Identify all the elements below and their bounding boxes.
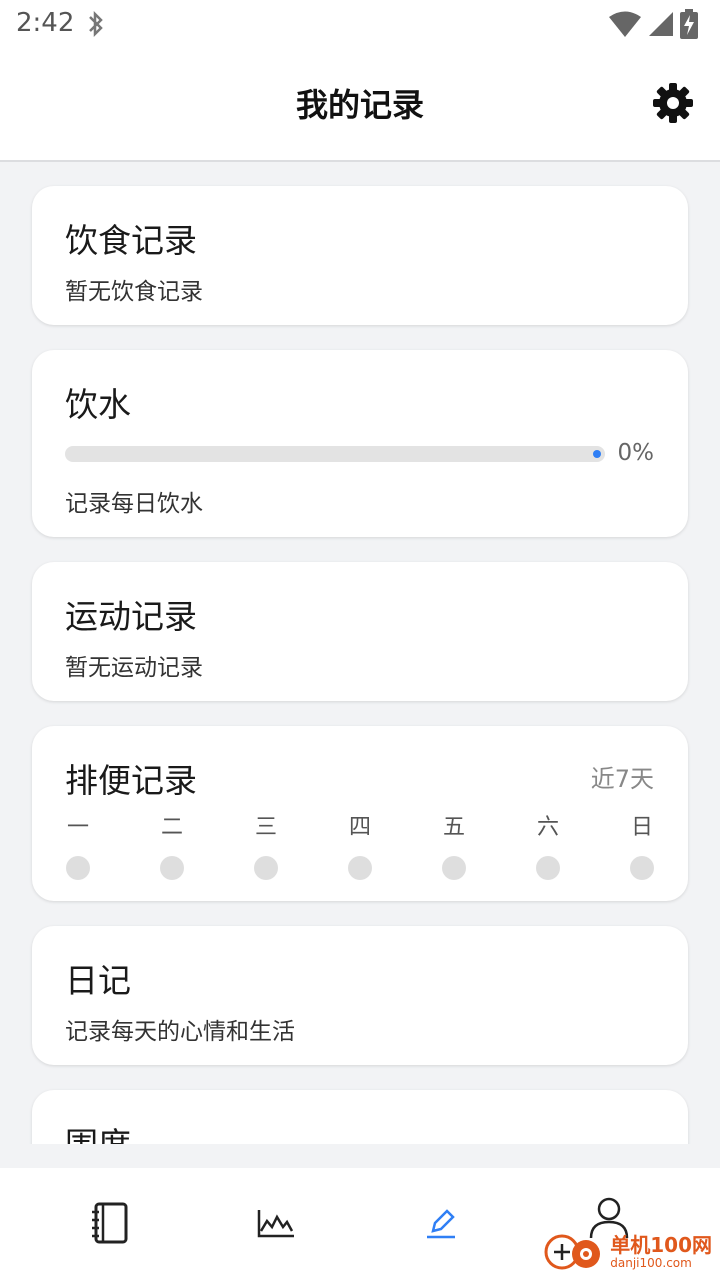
exercise-record-card[interactable]: 运动记录 暂无运动记录: [32, 562, 688, 701]
watermark-logo-icon: [542, 1228, 606, 1276]
day-status-dot: [536, 856, 560, 880]
card-title: 饮水: [65, 385, 131, 424]
card-title: 排便记录: [65, 761, 197, 800]
card-title: 运动记录: [65, 597, 197, 636]
week-days: 一 二 三 四 五 六 日: [65, 814, 655, 880]
day-thu: 四: [347, 814, 373, 880]
day-label: 五: [442, 815, 465, 840]
nav-records[interactable]: [416, 1200, 466, 1250]
day-label: 一: [66, 815, 89, 840]
page-title: 我的记录: [295, 86, 424, 124]
bottom-nav: 单机100网 danji100.com: [0, 1168, 720, 1280]
day-status-dot: [160, 856, 184, 880]
diet-record-card[interactable]: 饮食记录 暂无饮食记录: [32, 186, 688, 325]
water-progress-bar: [65, 446, 605, 462]
card-title: 日记: [65, 961, 131, 1000]
day-sun: 日: [629, 814, 655, 880]
measurements-card[interactable]: 围度: [32, 1090, 688, 1144]
day-label: 六: [536, 815, 559, 840]
line-chart-icon: [256, 1207, 296, 1243]
settings-button[interactable]: [652, 82, 694, 124]
gear-icon: [652, 83, 694, 128]
cell-signal-icon: [648, 10, 674, 42]
day-wed: 三: [253, 814, 279, 880]
card-title: 围度: [65, 1118, 131, 1144]
day-status-dot: [630, 856, 654, 880]
day-status-dot: [254, 856, 278, 880]
water-card[interactable]: 饮水 0% 记录每日饮水: [32, 350, 688, 537]
day-fri: 五: [441, 814, 467, 880]
watermark: 单机100网 danji100.com: [542, 1228, 712, 1276]
card-subtitle: 暂无运动记录: [65, 655, 203, 681]
range-label: 近7天: [590, 765, 654, 793]
battery-charging-icon: [680, 9, 698, 43]
nav-statistics[interactable]: [251, 1200, 301, 1250]
card-subtitle: 暂无饮食记录: [65, 279, 203, 305]
water-progress-percent: 0%: [617, 440, 655, 466]
app-bar: 我的记录: [0, 50, 720, 162]
day-sat: 六: [535, 814, 561, 880]
day-status-dot: [348, 856, 372, 880]
card-subtitle: 记录每天的心情和生活: [65, 1019, 295, 1045]
watermark-title: 单机100网: [610, 1233, 712, 1257]
bluetooth-icon: [86, 10, 106, 42]
day-label: 四: [348, 815, 371, 840]
progress-indicator: [593, 450, 601, 458]
card-subtitle: 记录每日饮水: [65, 491, 203, 517]
card-title: 饮食记录: [65, 221, 197, 260]
day-label: 二: [160, 815, 183, 840]
bowel-record-card[interactable]: 排便记录 近7天 一 二 三 四 五 六 日: [32, 726, 688, 901]
day-status-dot: [66, 856, 90, 880]
diary-card[interactable]: 日记 记录每天的心情和生活: [32, 926, 688, 1065]
day-tue: 二: [159, 814, 185, 880]
day-label: 三: [254, 815, 277, 840]
status-time: 2:42: [16, 8, 75, 38]
notebook-icon: [90, 1202, 130, 1248]
day-status-dot: [442, 856, 466, 880]
watermark-url: danji100.com: [610, 1256, 692, 1270]
day-mon: 一: [65, 814, 91, 880]
nav-notebook[interactable]: [85, 1200, 135, 1250]
pencil-icon: [424, 1206, 458, 1244]
records-list[interactable]: 饮食记录 暂无饮食记录 饮水 0% 记录每日饮水 运动记录 暂无运动记录 排便记…: [0, 162, 720, 1144]
wifi-icon: [608, 10, 642, 42]
status-bar: 2:42: [0, 0, 720, 50]
day-label: 日: [630, 815, 653, 840]
